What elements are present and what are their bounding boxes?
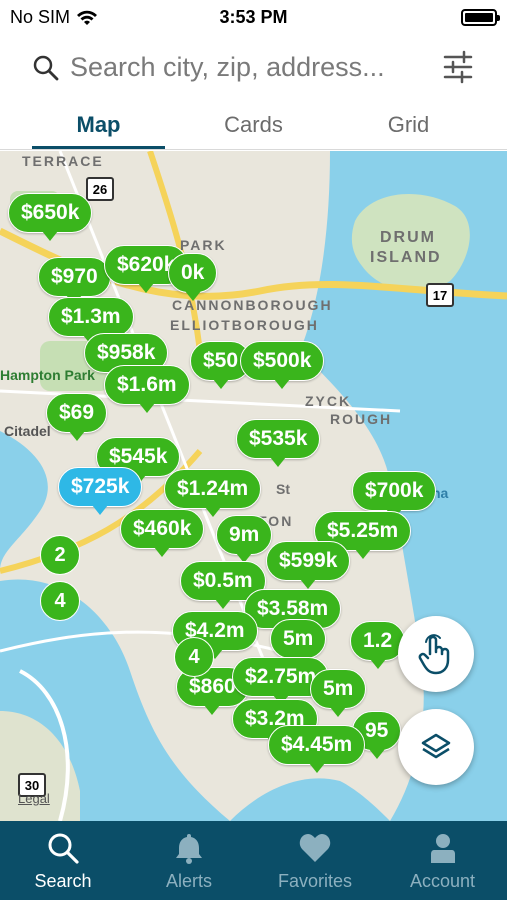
nav-account-label: Account xyxy=(409,871,476,891)
price-pin[interactable]: $650k xyxy=(8,193,93,241)
price-pin[interactable]: $460k xyxy=(120,509,205,557)
search-input[interactable]: Search city, zip, address... xyxy=(70,52,385,83)
cluster-marker[interactable]: 4 xyxy=(40,581,80,621)
filter-sliders-icon[interactable] xyxy=(442,50,474,84)
map-label-island: ISLAND xyxy=(370,249,442,266)
search-icon xyxy=(48,833,79,864)
nav-alerts-label: Alerts xyxy=(165,871,212,891)
price-pin[interactable]: $599k xyxy=(266,541,351,589)
nav-account[interactable]: Account xyxy=(378,821,507,900)
map-label-st: St xyxy=(276,481,290,497)
person-icon xyxy=(430,834,455,863)
layers-icon xyxy=(421,733,451,759)
map-label-hampton-park: Hampton Park xyxy=(0,367,95,383)
price-pin[interactable]: $1.6m xyxy=(104,365,190,413)
bell-icon xyxy=(176,834,202,864)
map-label-citadel: Citadel xyxy=(4,423,51,439)
status-bar: No SIM 3:53 PM xyxy=(0,0,507,34)
status-time: 3:53 PM xyxy=(219,6,288,27)
price-pin[interactable]: $535k xyxy=(236,419,321,467)
cluster-marker[interactable]: 4 xyxy=(174,637,214,677)
cluster-marker[interactable]: 2 xyxy=(40,535,80,575)
legal-link[interactable]: Legal xyxy=(18,791,50,806)
wifi-icon xyxy=(77,10,98,25)
price-pin[interactable]: $69 xyxy=(46,393,108,441)
price-pin[interactable]: 5m xyxy=(270,619,327,667)
map-layers-button[interactable] xyxy=(398,709,474,785)
map-label-park: PARK xyxy=(180,237,227,253)
search-bar[interactable]: Search city, zip, address... xyxy=(0,40,507,96)
price-pin-selected[interactable]: $725k xyxy=(58,467,143,515)
nav-search[interactable]: Search xyxy=(0,821,126,900)
price-pin[interactable]: $970 xyxy=(38,257,111,305)
nav-favorites[interactable]: Favorites xyxy=(252,821,378,900)
route-shield-26: 26 xyxy=(86,177,114,201)
price-pin[interactable]: 9m xyxy=(216,515,273,563)
price-pin[interactable]: 0k xyxy=(168,253,218,301)
hand-pointer-icon xyxy=(418,634,450,675)
tab-grid[interactable]: Grid xyxy=(342,112,475,138)
map-label-zyck: ZYCK xyxy=(305,393,352,409)
draw-area-button[interactable] xyxy=(398,616,474,692)
route-shield-17: 17 xyxy=(426,283,454,307)
price-pin[interactable]: 5m xyxy=(310,669,367,717)
nav-search-label: Search xyxy=(34,871,92,891)
map-view[interactable]: TERRACE PARK DRUM ISLAND CANNONBOROUGH E… xyxy=(0,151,507,821)
bottom-nav: Search Alerts Favorites Account xyxy=(0,821,507,900)
price-pin[interactable]: 1.2 xyxy=(350,621,406,669)
price-pin[interactable]: $1.3m xyxy=(48,297,134,345)
search-icon xyxy=(33,55,59,81)
heart-icon xyxy=(299,834,331,862)
price-pin[interactable]: $4.45m xyxy=(268,725,366,773)
tab-map[interactable]: Map xyxy=(32,112,165,138)
nav-alerts[interactable]: Alerts xyxy=(126,821,252,900)
price-pin[interactable]: $500k xyxy=(240,341,325,389)
map-label-terrace: TERRACE xyxy=(22,153,104,169)
nav-favorites-label: Favorites xyxy=(277,871,353,891)
status-left: No SIM xyxy=(10,7,98,28)
tab-cards[interactable]: Cards xyxy=(187,112,320,138)
map-label-rough: ROUGH xyxy=(330,411,393,427)
price-pin[interactable]: $1.24m xyxy=(164,469,262,517)
active-tab-indicator xyxy=(32,146,165,149)
battery-icon xyxy=(461,9,500,26)
map-label-elliotborough: ELLIOTBOROUGH xyxy=(170,317,319,333)
price-pin[interactable]: $700k xyxy=(352,471,437,519)
map-label-drum: DRUM xyxy=(380,229,436,246)
carrier-label: No SIM xyxy=(10,7,71,27)
view-tabs: Map Cards Grid xyxy=(0,102,507,150)
